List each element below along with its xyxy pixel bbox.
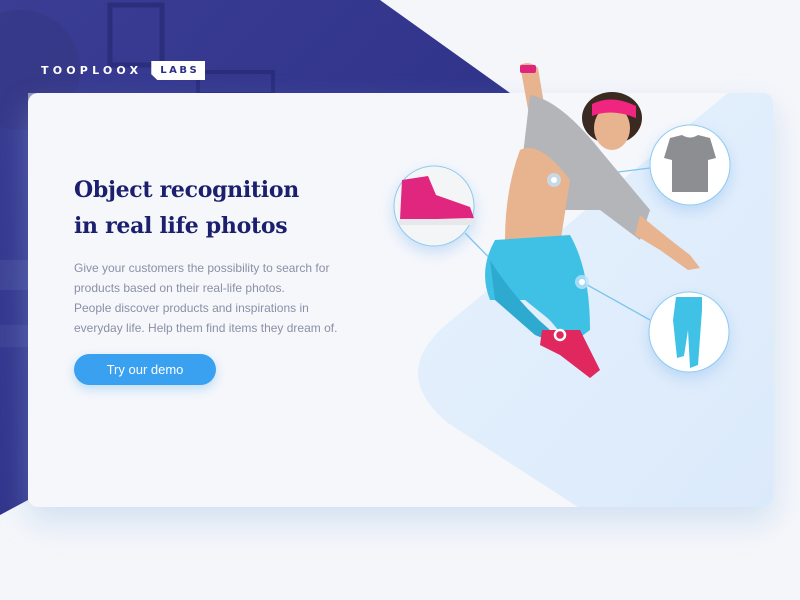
description-line: everyday life. Help them find items they… — [74, 321, 338, 335]
brand-logo[interactable]: TOOPLOOX LABS — [41, 61, 206, 80]
page-title: Object recognition in real life photos — [74, 172, 299, 244]
product-bubble-trousers[interactable] — [648, 291, 730, 373]
description-line: products based on their real-life photos… — [74, 281, 285, 295]
title-line-1: Object recognition — [74, 177, 299, 203]
try-demo-button[interactable]: Try our demo — [74, 354, 216, 385]
product-bubble-tshirt[interactable] — [649, 124, 731, 206]
hero-description: Give your customers the possibility to s… — [74, 258, 354, 338]
description-line: Give your customers the possibility to s… — [74, 261, 330, 275]
product-bubble-sneaker[interactable] — [393, 165, 475, 247]
description-line: People discover products and inspiration… — [74, 301, 309, 315]
brand-name: TOOPLOOX — [41, 64, 143, 77]
brand-badge: LABS — [151, 61, 206, 80]
title-line-2: in real life photos — [74, 213, 288, 239]
